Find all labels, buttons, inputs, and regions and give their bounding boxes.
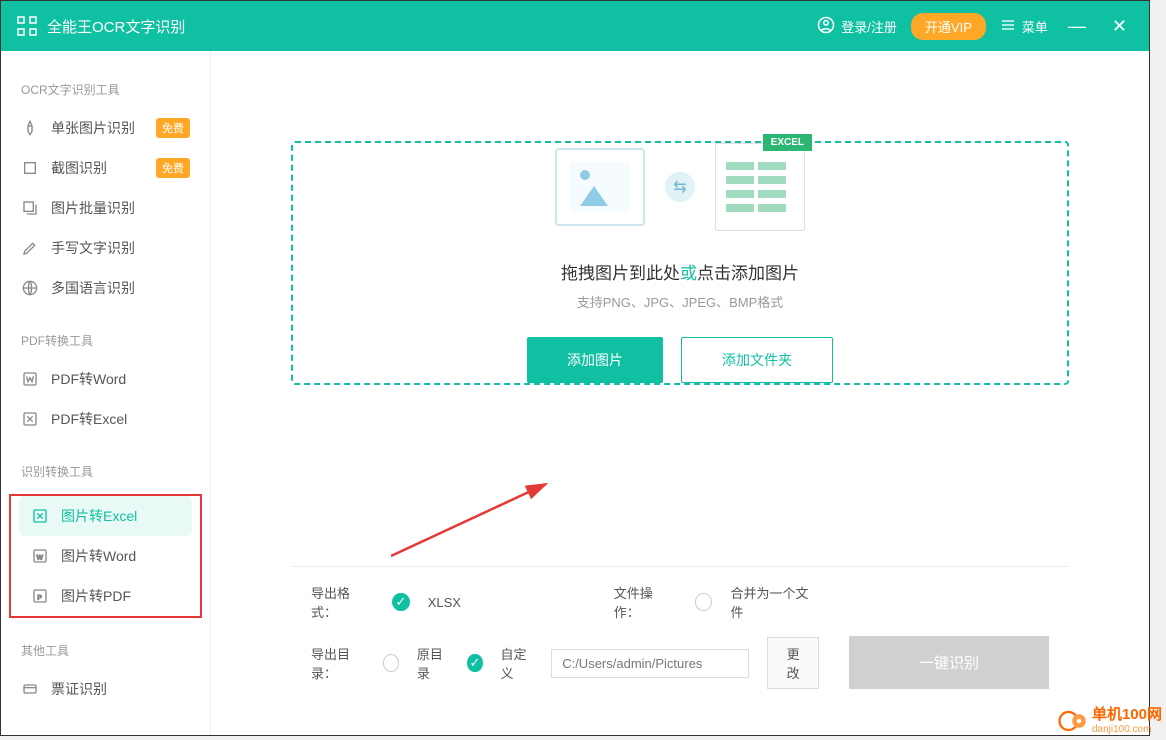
merge-radio[interactable]: [695, 593, 713, 611]
drop-illustration: ⇆ EXCEL: [555, 143, 805, 231]
menu-button[interactable]: 菜单: [1000, 17, 1048, 36]
titlebar: 全能王OCR文字识别 登录/注册 开通VIP 菜单 — ✕: [1, 1, 1149, 51]
app-title: 全能王OCR文字识别: [47, 16, 185, 37]
recognize-button[interactable]: 一键识别: [849, 636, 1049, 689]
excel-file-icon: [31, 507, 49, 525]
sidebar-item-ticket[interactable]: 票证识别: [1, 669, 210, 709]
path-input[interactable]: [551, 649, 749, 678]
excel-icon: [21, 410, 39, 428]
sidebar-item-img-excel[interactable]: 图片转Excel: [19, 496, 192, 536]
app-logo-icon: [17, 16, 37, 36]
sidebar-item-pdf-word[interactable]: PDF转Word: [1, 359, 210, 399]
login-button[interactable]: 登录/注册: [817, 16, 897, 37]
sidebar-item-screenshot[interactable]: 截图识别 免费: [1, 148, 210, 188]
word-file-icon: W: [31, 547, 49, 565]
close-button[interactable]: ✕: [1106, 16, 1133, 37]
swap-icon: ⇆: [665, 172, 695, 202]
excel-doc-icon: EXCEL: [715, 143, 805, 231]
format-xlsx-radio[interactable]: ✓: [392, 593, 410, 611]
free-badge: 免费: [156, 158, 190, 178]
drop-zone[interactable]: ⇆ EXCEL 拖拽图片到此处或点击添加图片 支持PNG、JPG、JP: [291, 141, 1069, 385]
svg-text:W: W: [37, 554, 44, 561]
drop-text: 拖拽图片到此处或点击添加图片: [561, 259, 799, 284]
free-badge: 免费: [156, 118, 190, 138]
globe-icon: [21, 279, 39, 297]
output-dir-label: 导出目录：: [311, 644, 365, 682]
pen-icon: [21, 239, 39, 257]
sidebar-section-convert: 识别转换工具: [1, 463, 210, 490]
minimize-button[interactable]: —: [1062, 16, 1092, 37]
sidebar-item-img-word[interactable]: W 图片转Word: [11, 536, 200, 576]
sidebar-item-multilang[interactable]: 多国语言识别: [1, 268, 210, 308]
svg-text:P: P: [37, 594, 42, 601]
word-icon: [21, 370, 39, 388]
sidebar-section-ocr: OCR文字识别工具: [1, 81, 210, 108]
sidebar-section-pdf: PDF转换工具: [1, 332, 210, 359]
sidebar-section-other: 其他工具: [1, 642, 210, 669]
sidebar-item-handwriting[interactable]: 手写文字识别: [1, 228, 210, 268]
sidebar: OCR文字识别工具 单张图片识别 免费 截图识别 免费 图片批量识别 手写文字识…: [1, 51, 211, 735]
crop-icon: [21, 159, 39, 177]
sidebar-item-pdf-excel[interactable]: PDF转Excel: [1, 399, 210, 439]
file-op-label: 文件操作：: [614, 583, 677, 621]
dir-original-radio[interactable]: [383, 654, 398, 672]
dir-custom-radio[interactable]: ✓: [467, 654, 482, 672]
sidebar-item-single-image[interactable]: 单张图片识别 免费: [1, 108, 210, 148]
modify-path-button[interactable]: 更改: [767, 637, 819, 689]
annotation-red-box: 图片转Excel W 图片转Word P 图片转PDF: [9, 494, 202, 618]
bottom-bar: 导出格式： ✓ XLSX 文件操作： 合并为一个文件 导出目录： 原目录: [291, 566, 1069, 705]
sidebar-item-batch[interactable]: 图片批量识别: [1, 188, 210, 228]
add-image-button[interactable]: 添加图片: [527, 337, 663, 383]
sidebar-item-img-pdf[interactable]: P 图片转PDF: [11, 576, 200, 616]
image-icon: [555, 148, 645, 226]
ticket-icon: [21, 680, 39, 698]
main-content: ⇆ EXCEL 拖拽图片到此处或点击添加图片 支持PNG、JPG、JP: [211, 51, 1149, 735]
hamburger-icon: [1000, 17, 1016, 36]
rocket-icon: [21, 119, 39, 137]
pdf-file-icon: P: [31, 587, 49, 605]
vip-button[interactable]: 开通VIP: [911, 13, 986, 40]
watermark: 单机100网 danji100.com: [1058, 706, 1162, 736]
stack-icon: [21, 199, 39, 217]
watermark-logo-icon: [1058, 706, 1088, 736]
add-folder-button[interactable]: 添加文件夹: [681, 337, 833, 383]
output-format-label: 导出格式：: [311, 583, 374, 621]
drop-subtext: 支持PNG、JPG、JPEG、BMP格式: [577, 292, 784, 311]
user-icon: [817, 16, 835, 37]
